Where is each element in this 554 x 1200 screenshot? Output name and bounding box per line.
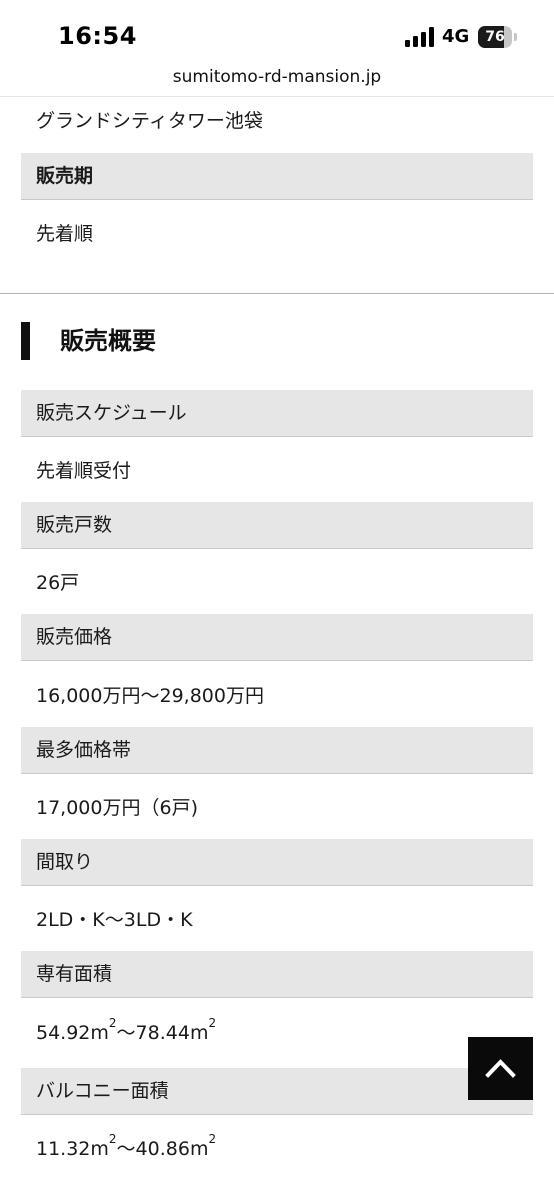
scroll-to-top-button[interactable] [468,1037,533,1100]
row-value-floor-area: 54.92m2〜78.44m2 [36,1016,217,1045]
battery-tip [514,33,517,41]
row-header-most-price-range: 最多価格帯 [21,727,533,774]
row-label: 販売価格 [36,626,113,648]
row-value-schedule: 先着順受付 [36,460,132,482]
row-value-most-price-range: 17,000万円（6戸) [36,797,198,819]
screen: 16:54 4G 76 sumitomo-rd-mansion.jp グランドシ… [0,0,554,1200]
row-value-balcony-area: 11.32m2〜40.86m2 [36,1132,217,1161]
status-time: 16:54 [58,22,137,50]
row-header-sales-period: 販売期 [21,153,533,200]
row-label: 販売戸数 [36,514,113,536]
row-header-layout: 間取り [21,839,533,886]
row-header-schedule: 販売スケジュール [21,390,533,437]
row-label: バルコニー面積 [36,1080,169,1102]
row-label: 専有面積 [36,963,113,985]
row-label: 最多価格帯 [36,739,132,761]
row-header-floor-area: 専有面積 [21,951,533,998]
battery-icon: 76 [478,26,518,48]
property-name: グランドシティタワー池袋 [36,110,263,132]
area-unit-sup: 2 [208,1132,217,1146]
battery-level: 76 [485,29,505,45]
status-bar: 16:54 4G 76 [0,0,554,64]
signal-bars-icon [405,27,434,47]
area-unit-sup: 2 [108,1016,117,1030]
row-value-layout: 2LD・K〜3LD・K [36,909,193,931]
row-label: 販売期 [36,165,94,187]
section-divider [0,293,554,294]
balcony-max: 〜40.86m [116,1138,209,1160]
row-value-units: 26戸 [36,572,80,594]
balcony-min: 11.32m [36,1138,109,1160]
area-unit-sup: 2 [108,1132,117,1146]
row-header-price: 販売価格 [21,614,533,661]
row-value-sales-period: 先着順 [36,223,94,245]
address-bar[interactable]: sumitomo-rd-mansion.jp [0,64,554,97]
area-min: 54.92m [36,1022,109,1044]
row-header-balcony-area: バルコニー面積 [21,1068,533,1115]
area-unit-sup: 2 [208,1016,217,1030]
row-value-price: 16,000万円〜29,800万円 [36,685,264,707]
section-marker [21,322,30,360]
row-header-units: 販売戸数 [21,502,533,549]
chevron-up-icon [485,1059,516,1078]
section-title: 販売概要 [60,327,156,355]
area-max: 〜78.44m [116,1022,209,1044]
row-label: 販売スケジュール [36,402,187,424]
row-label: 間取り [36,851,94,873]
battery-body: 76 [478,26,512,48]
network-type: 4G [442,26,470,47]
